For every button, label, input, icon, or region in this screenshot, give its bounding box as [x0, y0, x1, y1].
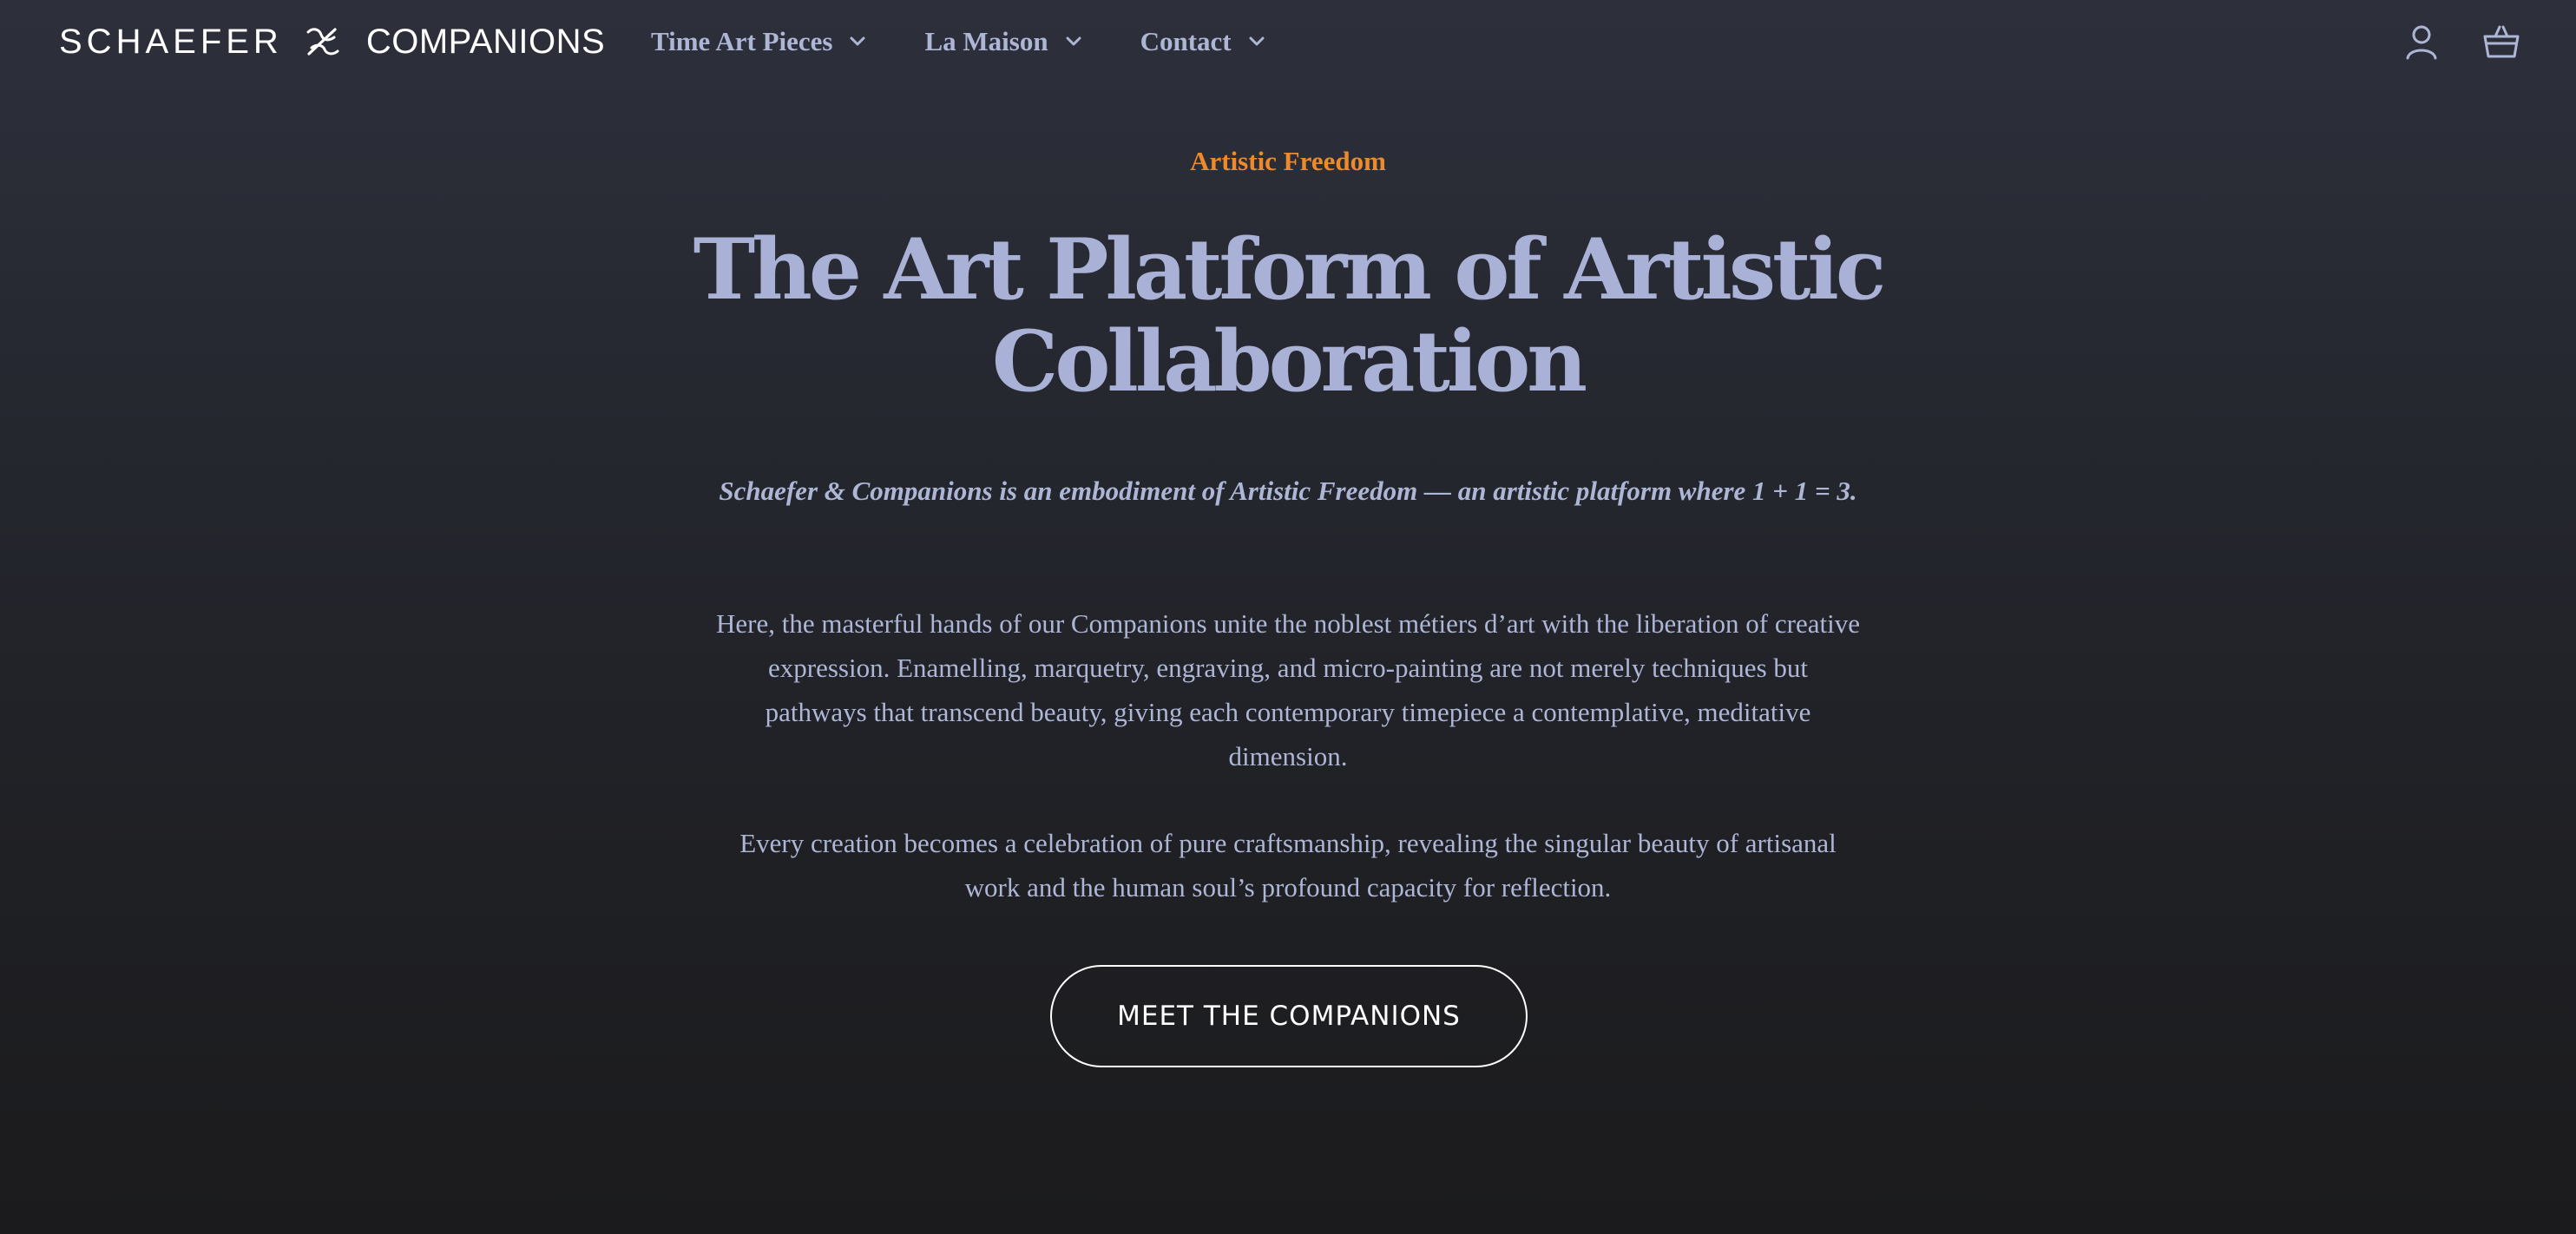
site-header: SCHAEFER COMPANIONS Time Art Pieces La M… — [0, 0, 2576, 83]
chevron-down-icon — [1249, 36, 1265, 46]
nav-item-label: La Maison — [924, 26, 1048, 56]
hero-headline: The Art Platform of Artistic Collaborati… — [693, 220, 1887, 410]
hero-paragraph-2: Every creation becomes a celebration of … — [739, 828, 1837, 903]
chevron-down-icon — [1066, 36, 1081, 46]
header-actions — [2402, 19, 2520, 64]
nav-item-la-maison[interactable]: La Maison — [924, 26, 1081, 57]
chevron-down-icon — [850, 36, 865, 46]
nav-item-label: Contact — [1140, 26, 1232, 56]
ampersand-x-mark-icon — [306, 24, 340, 59]
nav-item-contact[interactable]: Contact — [1140, 26, 1265, 57]
hero-paragraph-1: Here, the masterful hands of our Compani… — [716, 608, 1860, 771]
account-button[interactable] — [2402, 23, 2441, 61]
hero-eyebrow: Artistic Freedom — [1190, 146, 1386, 176]
logo-text-left: SCHAEFER — [59, 22, 283, 61]
brand-logo[interactable]: SCHAEFER COMPANIONS — [59, 19, 605, 64]
meet-the-companions-button[interactable]: MEET THE COMPANIONS — [1050, 965, 1528, 1067]
basket-icon — [2483, 25, 2520, 58]
nav-item-time-art-pieces[interactable]: Time Art Pieces — [651, 26, 865, 57]
logo-text-right: COMPANIONS — [365, 22, 606, 61]
nav-item-label: Time Art Pieces — [651, 26, 833, 56]
hero-lead: Schaefer & Companions is an embodiment o… — [719, 476, 1857, 506]
main-nav: Time Art Pieces La Maison Contact — [651, 19, 1324, 64]
user-icon — [2406, 25, 2437, 60]
cart-button[interactable] — [2482, 23, 2520, 61]
